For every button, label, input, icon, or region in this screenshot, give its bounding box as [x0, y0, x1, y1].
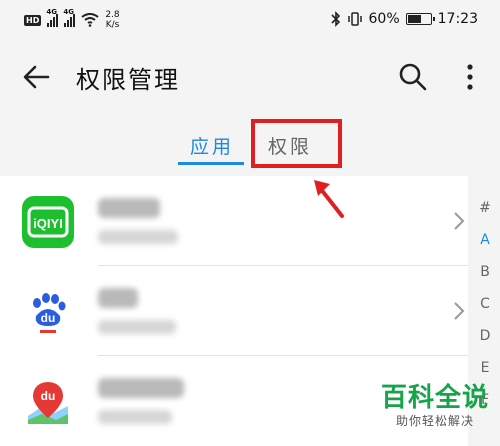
more-vertical-icon[interactable]	[460, 62, 480, 92]
app-header: 权限管理	[0, 42, 500, 114]
index-letter[interactable]: D	[480, 328, 491, 360]
icon-text: du	[41, 389, 56, 403]
app-name-redacted	[98, 288, 138, 308]
icon-text: du	[41, 311, 56, 325]
status-left: HD 4G 4G 2.8 K/s	[24, 8, 120, 30]
highlight-box	[251, 119, 342, 168]
speed-unit: K/s	[105, 20, 120, 30]
red-arrow-icon	[314, 180, 344, 218]
app-name-redacted	[98, 378, 184, 398]
chevron-right-icon	[454, 212, 465, 230]
speed-value: 2.8	[105, 10, 120, 20]
list-item[interactable]: iQIYI	[0, 176, 468, 266]
network-type-label: 4G	[46, 8, 57, 16]
battery-icon	[405, 13, 435, 25]
index-letter[interactable]: A	[480, 232, 490, 264]
arrow-left-icon[interactable]	[22, 62, 52, 92]
tab-bar: 应用 权限	[0, 114, 500, 176]
signal-icon-2: 4G	[63, 8, 76, 27]
list-item[interactable]: du	[0, 266, 468, 356]
battery-fill	[407, 15, 421, 23]
app-detail-redacted	[98, 230, 178, 244]
index-letter[interactable]: B	[480, 264, 490, 296]
app-detail-redacted	[98, 320, 176, 334]
signal-icon: 4G	[46, 8, 59, 27]
status-right: 60% 17:23	[330, 11, 478, 27]
network-speed: 2.8 K/s	[105, 10, 119, 30]
icon-text: iQIYI	[33, 216, 63, 231]
vibrate-icon	[347, 12, 362, 26]
tab-apps[interactable]: 应用	[190, 132, 234, 159]
network-type-label-2: 4G	[63, 8, 74, 16]
baidu-map-app-icon: du	[22, 376, 74, 428]
hd-badge: HD	[24, 14, 42, 26]
app-name-redacted	[98, 198, 160, 218]
watermark: 百科全说 助你轻松解决	[376, 384, 494, 429]
index-letter[interactable]: #	[479, 200, 491, 232]
status-bar: HD 4G 4G 2.8 K/s 60% 17:23	[0, 0, 500, 42]
battery-percent: 60%	[368, 11, 400, 27]
clock: 17:23	[437, 11, 478, 27]
page-title: 权限管理	[76, 66, 180, 94]
index-letter[interactable]: C	[480, 296, 490, 328]
watermark-sub: 助你轻松解决	[395, 414, 474, 428]
watermark-main: 百科全说	[380, 383, 489, 413]
iqiyi-app-icon: iQIYI	[22, 196, 74, 248]
baidu-app-icon: du	[22, 286, 74, 338]
chevron-right-icon	[454, 302, 465, 320]
app-detail-redacted	[98, 410, 172, 424]
active-tab-indicator	[178, 162, 244, 165]
wifi-icon	[81, 13, 99, 27]
search-icon[interactable]	[398, 62, 428, 92]
bluetooth-icon	[330, 11, 340, 27]
